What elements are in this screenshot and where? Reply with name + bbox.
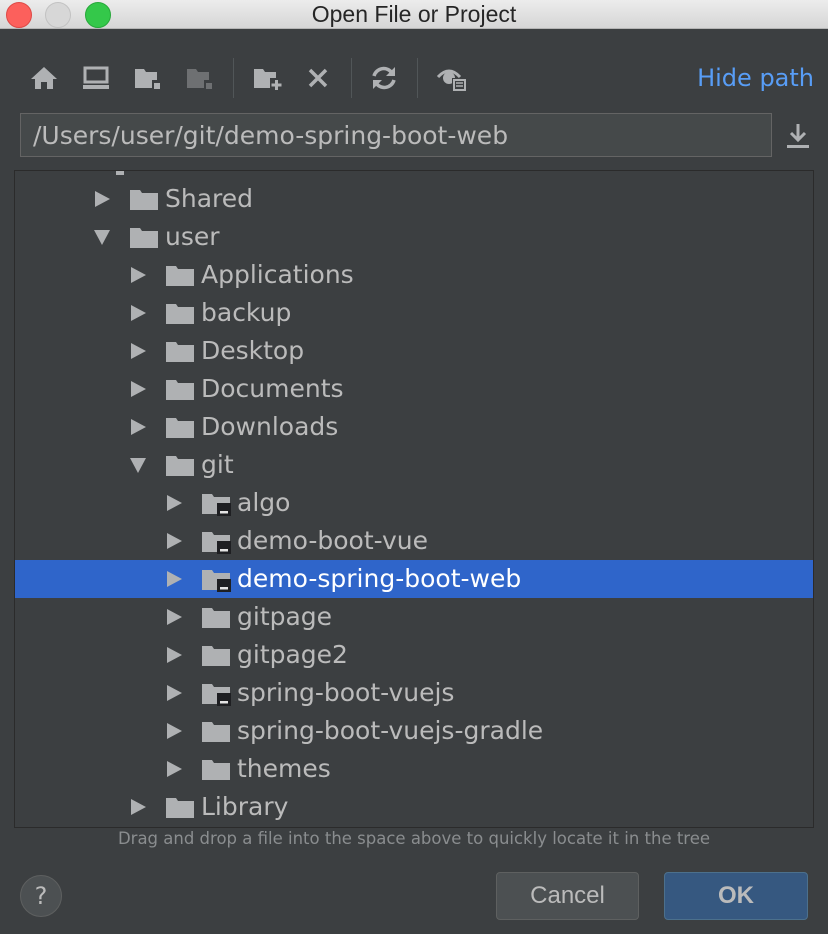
tree-item-label: spring-boot-vuejs-gradle — [237, 716, 544, 745]
collapsed-arrow-icon[interactable] — [165, 646, 183, 664]
vcs-folder-icon — [201, 492, 231, 516]
tree-row[interactable]: algo — [15, 484, 813, 522]
tree-item-label: git — [201, 450, 234, 479]
project-folder-icon[interactable] — [132, 60, 164, 96]
folder-icon — [165, 796, 195, 820]
tree-row[interactable]: Desktop — [15, 332, 813, 370]
collapsed-arrow-icon[interactable] — [129, 342, 147, 360]
tree-item-label: user — [165, 222, 220, 251]
collapsed-arrow-icon[interactable] — [165, 532, 183, 550]
folder-icon — [201, 758, 231, 782]
tree-row[interactable]: demo-spring-boot-web — [15, 560, 813, 598]
tree-item-label: demo-spring-boot-web — [237, 564, 522, 593]
collapsed-arrow-icon[interactable] — [129, 418, 147, 436]
collapsed-arrow-icon[interactable] — [165, 760, 183, 778]
vcs-folder-icon — [201, 530, 231, 554]
tree-row[interactable]: Library — [15, 788, 813, 826]
tree-item-label: algo — [237, 488, 291, 517]
tree-item-label: gitpage — [237, 602, 333, 631]
tree-row[interactable]: spring-boot-vuejs — [15, 674, 813, 712]
tree-item-label: gitpage2 — [237, 640, 348, 669]
tree-item-label: Desktop — [201, 336, 305, 365]
tree-row[interactable]: Applications — [15, 256, 813, 294]
tree-row[interactable]: spring-boot-vuejs-gradle — [15, 712, 813, 750]
tree-row[interactable]: gitpage2 — [15, 636, 813, 674]
tree-item-label: Shared — [165, 184, 254, 213]
collapsed-arrow-icon[interactable] — [165, 494, 183, 512]
collapsed-arrow-icon[interactable] — [165, 684, 183, 702]
folder-icon — [201, 606, 231, 630]
path-field[interactable]: /Users/user/git/demo-spring-boot-web — [20, 113, 772, 157]
collapsed-arrow-icon[interactable] — [129, 266, 147, 284]
collapsed-arrow-icon[interactable] — [129, 798, 147, 816]
tree-item-label: backup — [201, 298, 292, 327]
refresh-icon[interactable] — [368, 60, 400, 96]
tree-row[interactable]: user — [15, 218, 813, 256]
cancel-button[interactable]: Cancel — [496, 872, 639, 920]
tree-item-label: spring-boot-vuejs — [237, 678, 455, 707]
path-field-value: /Users/user/git/demo-spring-boot-web — [33, 121, 509, 150]
folder-icon — [165, 302, 195, 326]
folder-icon — [165, 416, 195, 440]
expanded-arrow-icon[interactable] — [129, 456, 147, 474]
help-button[interactable]: ? — [20, 875, 62, 917]
delete-icon[interactable] — [302, 60, 334, 96]
tree-item-label: Downloads — [201, 412, 339, 441]
folder-icon — [201, 720, 231, 744]
folder-icon — [165, 454, 195, 478]
folder-icon — [165, 378, 195, 402]
file-tree[interactable]: Shared user Applications backup Desktop Docum… — [14, 170, 814, 828]
tree-item-label: Applications — [201, 260, 354, 289]
folder-icon — [129, 226, 159, 250]
tree-item-label: Library — [201, 792, 289, 821]
tree-row[interactable]: Downloads — [15, 408, 813, 446]
toolbar: Hide path — [0, 50, 828, 106]
expanded-arrow-icon[interactable] — [93, 228, 111, 246]
vcs-folder-icon — [201, 568, 231, 592]
download-icon[interactable] — [784, 120, 812, 152]
folder-icon — [129, 188, 159, 212]
collapsed-arrow-icon[interactable] — [165, 570, 183, 588]
show-hidden-icon[interactable] — [436, 60, 468, 96]
tree-row[interactable]: backup — [15, 294, 813, 332]
hide-path-link[interactable]: Hide path — [697, 64, 814, 92]
folder-icon — [201, 644, 231, 668]
tree-item-label: themes — [237, 754, 331, 783]
tree-row[interactable]: git — [15, 446, 813, 484]
collapsed-arrow-icon[interactable] — [165, 722, 183, 740]
desktop-icon[interactable] — [80, 60, 112, 96]
vcs-folder-icon — [201, 682, 231, 706]
new-folder-icon[interactable] — [252, 60, 284, 96]
ok-button[interactable]: OK — [664, 872, 808, 920]
tree-item-label: demo-boot-vue — [237, 526, 429, 555]
folder-icon — [165, 264, 195, 288]
tree-row[interactable]: Documents — [15, 370, 813, 408]
tree-row[interactable]: Shared — [15, 180, 813, 218]
collapsed-arrow-icon[interactable] — [165, 608, 183, 626]
title-bar: Open File or Project — [0, 0, 828, 29]
collapsed-arrow-icon[interactable] — [129, 304, 147, 322]
folder-icon — [165, 340, 195, 364]
home-icon[interactable] — [28, 60, 60, 96]
collapsed-arrow-icon[interactable] — [93, 190, 111, 208]
collapsed-arrow-icon[interactable] — [129, 380, 147, 398]
tree-row[interactable]: themes — [15, 750, 813, 788]
tree-row[interactable]: demo-boot-vue — [15, 522, 813, 560]
drag-drop-hint: Drag and drop a file into the space abov… — [117, 829, 711, 848]
window-title: Open File or Project — [311, 1, 517, 27]
module-folder-icon[interactable] — [184, 60, 216, 96]
tree-row[interactable]: gitpage — [15, 598, 813, 636]
tree-item-label: Documents — [201, 374, 344, 403]
